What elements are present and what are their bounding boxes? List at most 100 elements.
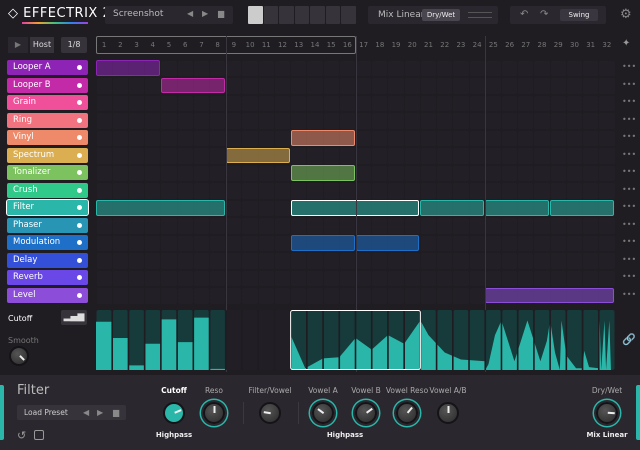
grid-cell[interactable] xyxy=(226,218,242,234)
grid-cell[interactable] xyxy=(599,148,615,164)
grid-cell[interactable] xyxy=(307,60,323,76)
grid-cell[interactable] xyxy=(372,148,388,164)
grid-cell[interactable] xyxy=(420,165,437,181)
grid-cell[interactable] xyxy=(404,113,420,129)
grid-cell[interactable] xyxy=(501,235,518,251)
grid-cell[interactable] xyxy=(161,288,177,304)
grid-cell[interactable] xyxy=(437,218,453,234)
grid-cell[interactable] xyxy=(420,235,437,251)
grid-cell[interactable] xyxy=(534,60,550,76)
grid-cell[interactable] xyxy=(437,183,453,199)
grid-cell[interactable] xyxy=(96,253,112,269)
grid-cell[interactable] xyxy=(453,235,469,251)
grid-cell[interactable] xyxy=(453,60,469,76)
grid-cell[interactable] xyxy=(420,288,437,304)
magic-wand-icon[interactable]: ✦ xyxy=(622,38,630,49)
grid-cell[interactable] xyxy=(226,183,242,199)
step-number[interactable]: 24 xyxy=(469,37,485,53)
grid-cell[interactable] xyxy=(323,60,339,76)
grid-cell[interactable] xyxy=(404,78,420,94)
enable-dot-icon[interactable] xyxy=(77,135,82,140)
effect-block[interactable] xyxy=(485,200,550,216)
grid-cell[interactable] xyxy=(356,165,372,181)
grid-cell[interactable] xyxy=(274,95,291,111)
grid-cell[interactable] xyxy=(193,148,210,164)
grid-cell[interactable] xyxy=(469,148,485,164)
knob-mode-label[interactable]: Highpass xyxy=(144,431,204,439)
step-number[interactable]: 17 xyxy=(356,37,372,53)
grid-cell[interactable] xyxy=(583,113,599,129)
grid-cell[interactable] xyxy=(145,165,161,181)
grid-cell[interactable] xyxy=(501,60,518,76)
grid-cell[interactable] xyxy=(274,200,291,216)
grid-cell[interactable] xyxy=(534,148,550,164)
grid-cell[interactable] xyxy=(210,270,226,286)
grid-cell[interactable] xyxy=(339,218,355,234)
track-menu-icon[interactable]: ••• xyxy=(622,167,636,176)
grid-cell[interactable] xyxy=(437,113,453,129)
grid-cell[interactable] xyxy=(469,253,485,269)
enable-dot-icon[interactable] xyxy=(77,222,82,228)
track-reverb[interactable]: Reverb xyxy=(7,270,88,285)
step-number[interactable]: 26 xyxy=(501,37,517,53)
grid-cell[interactable] xyxy=(339,113,355,129)
grid-cell[interactable] xyxy=(242,200,258,216)
grid-cell[interactable] xyxy=(372,288,388,304)
grid-cell[interactable] xyxy=(112,113,128,129)
grid-cell[interactable] xyxy=(258,200,274,216)
effect-block[interactable] xyxy=(96,60,160,76)
grid-cell[interactable] xyxy=(274,218,291,234)
grid-cell[interactable] xyxy=(469,130,485,146)
grid-cell[interactable] xyxy=(242,60,258,76)
grid-cell[interactable] xyxy=(599,183,615,199)
grid-cell[interactable] xyxy=(469,288,485,304)
grid-cell[interactable] xyxy=(258,253,274,269)
grid-cell[interactable] xyxy=(534,113,550,129)
grid-cell[interactable] xyxy=(501,218,518,234)
reset-icon[interactable]: ↺ xyxy=(17,429,26,442)
grid-cell[interactable] xyxy=(518,78,534,94)
grid-cell[interactable] xyxy=(323,270,339,286)
grid-cell[interactable] xyxy=(469,183,485,199)
grid-cell[interactable] xyxy=(226,95,242,111)
grid-cell[interactable] xyxy=(534,130,550,146)
grid-cell[interactable] xyxy=(307,288,323,304)
grid-cell[interactable] xyxy=(356,78,372,94)
grid-cell[interactable] xyxy=(291,60,307,76)
grid-cell[interactable] xyxy=(469,235,485,251)
grid-cell[interactable] xyxy=(258,218,274,234)
grid-cell[interactable] xyxy=(453,113,469,129)
bar-mode-button[interactable]: ▂▄▆ xyxy=(61,310,87,325)
track-menu-icon[interactable]: ••• xyxy=(622,185,636,194)
grid-cell[interactable] xyxy=(96,148,112,164)
grid-cell[interactable] xyxy=(566,78,583,94)
step-number[interactable]: 29 xyxy=(550,37,566,53)
grid-cell[interactable] xyxy=(323,218,339,234)
enable-dot-icon[interactable] xyxy=(77,292,82,298)
grid-cell[interactable] xyxy=(388,288,404,304)
grid-cell[interactable] xyxy=(583,148,599,164)
grid-cell[interactable] xyxy=(372,165,388,181)
grid-cell[interactable] xyxy=(437,165,453,181)
grid-cell[interactable] xyxy=(437,270,453,286)
mix-slider[interactable] xyxy=(468,12,492,13)
grid-cell[interactable] xyxy=(177,95,193,111)
effect-block[interactable] xyxy=(160,77,225,93)
track-menu-icon[interactable]: ••• xyxy=(622,80,636,89)
grid-cell[interactable] xyxy=(128,218,145,234)
grid-cell[interactable] xyxy=(96,130,112,146)
enable-dot-icon[interactable] xyxy=(77,82,82,88)
grid-cell[interactable] xyxy=(274,165,291,181)
grid-cell[interactable] xyxy=(453,218,469,234)
grid-cell[interactable] xyxy=(339,95,355,111)
play-button[interactable]: ▶ xyxy=(8,37,28,53)
cutoff-knob[interactable] xyxy=(163,402,185,424)
grid-cell[interactable] xyxy=(583,235,599,251)
grid-cell[interactable] xyxy=(453,165,469,181)
grid-cell[interactable] xyxy=(420,270,437,286)
grid-cell[interactable] xyxy=(161,130,177,146)
grid-cell[interactable] xyxy=(420,148,437,164)
grid-cell[interactable] xyxy=(420,95,437,111)
grid-cell[interactable] xyxy=(404,148,420,164)
mix-mode-label[interactable]: Mix Linear xyxy=(378,10,424,20)
